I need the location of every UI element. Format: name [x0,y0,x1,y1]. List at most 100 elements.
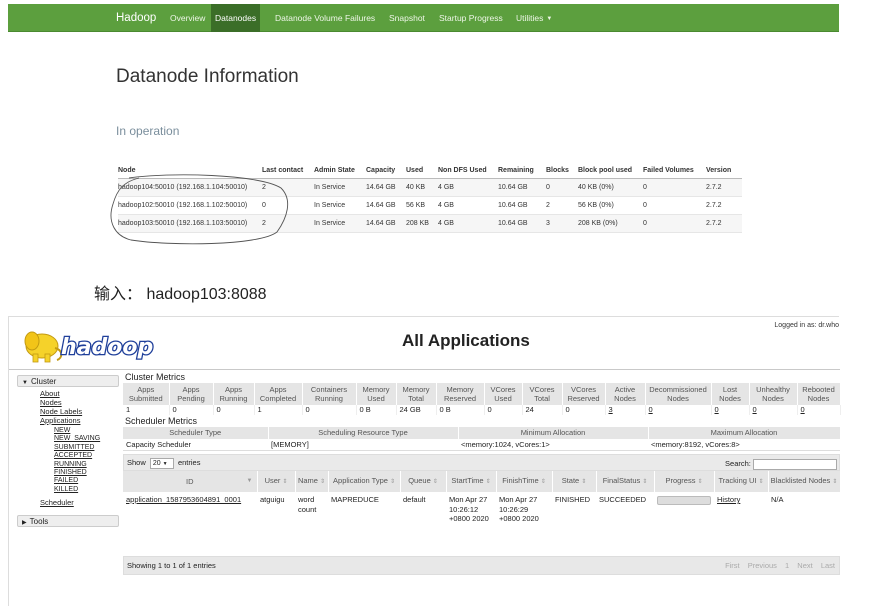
table-cell: SUCCEEDED [599,495,647,504]
col-blacklisted-nodes[interactable]: Blacklisted Nodes ⇕ [768,471,841,492]
nav-snapshot[interactable]: Snapshot [385,4,429,32]
sort-desc-icon: ▼ [246,478,253,484]
hdfs-brand[interactable]: Hadoop [116,4,156,32]
progress-bar [657,496,711,505]
sidebar-item-scheduler[interactable]: Scheduler [40,498,119,507]
table-cell: 2 [546,196,578,215]
logged-in-status: Logged in as: dr.who [774,322,839,329]
chevron-down-icon: ▼ [546,15,553,22]
cluster-metric-value[interactable]: 0 [749,405,798,415]
col-finalstatus[interactable]: FinalStatus ⇕ [596,471,655,492]
cluster-metric-value[interactable]: 0 [645,405,712,415]
nav-overview[interactable]: Overview [166,4,209,32]
col-state[interactable]: State ⇕ [552,471,597,492]
pager-next[interactable]: Next [797,561,812,570]
sidebar-item-nodes[interactable]: Nodes [40,398,119,407]
sidebar-item-applications[interactable]: Applications [40,416,119,425]
col-version[interactable]: Version [706,164,742,179]
col-label: StartTime [451,476,484,485]
col-cluster-metric: Lost Nodes [711,383,750,405]
sidebar-section-cluster[interactable]: ▼ Cluster [17,375,119,387]
application-id-link[interactable]: application_1587953604891_0001 [123,492,257,554]
header-divider [9,369,840,370]
col-admin-state[interactable]: Admin State [314,164,366,179]
cluster-metric-value[interactable]: 0 [797,405,841,415]
col-label: FinishTime [502,476,539,485]
sidebar-item-finished[interactable]: FINISHED [54,469,119,477]
sidebar-item-killed[interactable]: KILLED [54,486,119,494]
sidebar-item-accepted[interactable]: ACCEPTED [54,452,119,460]
table-row: hadoop102:50010 (192.168.1.102:50010) 0 … [118,196,742,215]
nav-datanodes[interactable]: Datanodes [211,4,261,32]
table-row: application_1587953604891_0001 atguigu w… [123,492,840,554]
sidebar-item-running[interactable]: RUNNING [54,461,119,469]
col-capacity[interactable]: Capacity [366,164,406,179]
col-application-type[interactable]: Application Type ⇕ [328,471,401,492]
col-finishtime[interactable]: FinishTime ⇕ [496,471,553,492]
sidebar-item-node-labels[interactable]: Node Labels [40,407,119,416]
sort-icon: ⇕ [432,479,438,485]
col-queue[interactable]: Queue ⇕ [400,471,447,492]
col-non-dfs-used[interactable]: Non DFS Used [438,164,498,179]
sidebar-item-failed[interactable]: FAILED [54,477,119,485]
tracking-history-link[interactable]: History [714,492,768,554]
table-cell: 208 KB (0%) [578,214,643,233]
hadoop-elephant-logo-icon[interactable]: hadoop [19,324,195,366]
triangle-down-icon: ▼ [22,380,28,386]
col-used[interactable]: Used [406,164,438,179]
col-label: ID [186,477,194,486]
col-cluster-metric: Apps Pending [169,383,214,405]
scheduler-metrics-heading: Scheduler Metrics [125,416,198,426]
search-input[interactable] [753,458,837,470]
cluster-metric-value: 24 GB [396,405,437,415]
col-id[interactable]: ID ▼ [123,471,258,492]
col-user[interactable]: User ⇕ [257,471,296,492]
sidebar-item-new[interactable]: NEW [54,427,119,435]
nav-utilities-label: Utilities [516,13,544,23]
table-cell: 208 KB [406,214,438,233]
sidebar-item-submitted[interactable]: SUBMITTED [54,444,119,452]
nav-utilities[interactable]: Utilities ▼ [512,4,556,32]
col-blocks[interactable]: Blocks [546,164,578,179]
col-block-pool-used[interactable]: Block pool used [578,164,643,179]
page-title: All Applications [402,331,530,350]
col-node[interactable]: Node [118,164,262,179]
cluster-metric-value[interactable]: 3 [605,405,646,415]
col-last-contact[interactable]: Last contact [262,164,314,179]
table-cell: In Service [314,214,366,233]
table-cell: 56 KB [406,196,438,215]
sidebar-item-new-saving[interactable]: NEW_SAVING [54,435,119,443]
table-cell: 3 [546,214,578,233]
col-cluster-metric: Memory Total [396,383,437,405]
cluster-metric-value: 24 [522,405,563,415]
cluster-metric-value: 0 [302,405,357,415]
pager-first[interactable]: First [725,561,740,570]
col-tracking-ui[interactable]: Tracking UI ⇕ [714,471,769,492]
datanode-table: Node Last contact Admin State Capacity U… [118,164,742,233]
cluster-metric-value: 0 B [436,405,485,415]
col-label: FinalStatus [602,476,641,485]
nav-startup-progress[interactable]: Startup Progress [435,4,507,32]
col-name[interactable]: Name ⇕ [295,471,329,492]
sort-icon: ⇕ [319,479,326,485]
table-cell: 14.64 GB [366,178,406,197]
pager-previous[interactable]: Previous [748,561,777,570]
sidebar-section-tools[interactable]: ▶ Tools [17,515,119,528]
sort-icon: ⇕ [581,479,587,485]
table-cell: hadoop103:50010 (192.168.1.103:50010) [118,214,262,233]
col-cluster-metric: Apps Submitted [123,383,170,405]
entries-select[interactable]: 20 ▼ [149,457,174,469]
sidebar-item-about[interactable]: About [40,389,119,398]
table-cell: 0 [262,196,314,215]
table-row: hadoop103:50010 (192.168.1.103:50010) 2 … [118,214,742,233]
col-starttime[interactable]: StartTime ⇕ [446,471,497,492]
pager-last[interactable]: Last [821,561,835,570]
cluster-metric-value[interactable]: 0 [711,405,750,415]
col-failed-volumes[interactable]: Failed Volumes [643,164,706,179]
pager-page-1[interactable]: 1 [785,561,789,570]
cluster-links: About Nodes Node Labels Applications [17,389,119,425]
col-remaining[interactable]: Remaining [498,164,546,179]
yarn-resourcemanager-panel: hadoop All Applications Logged in as: dr… [8,316,841,606]
nav-datanode-volume-failures[interactable]: Datanode Volume Failures [271,4,379,32]
col-progress[interactable]: Progress ⇕ [654,471,715,492]
